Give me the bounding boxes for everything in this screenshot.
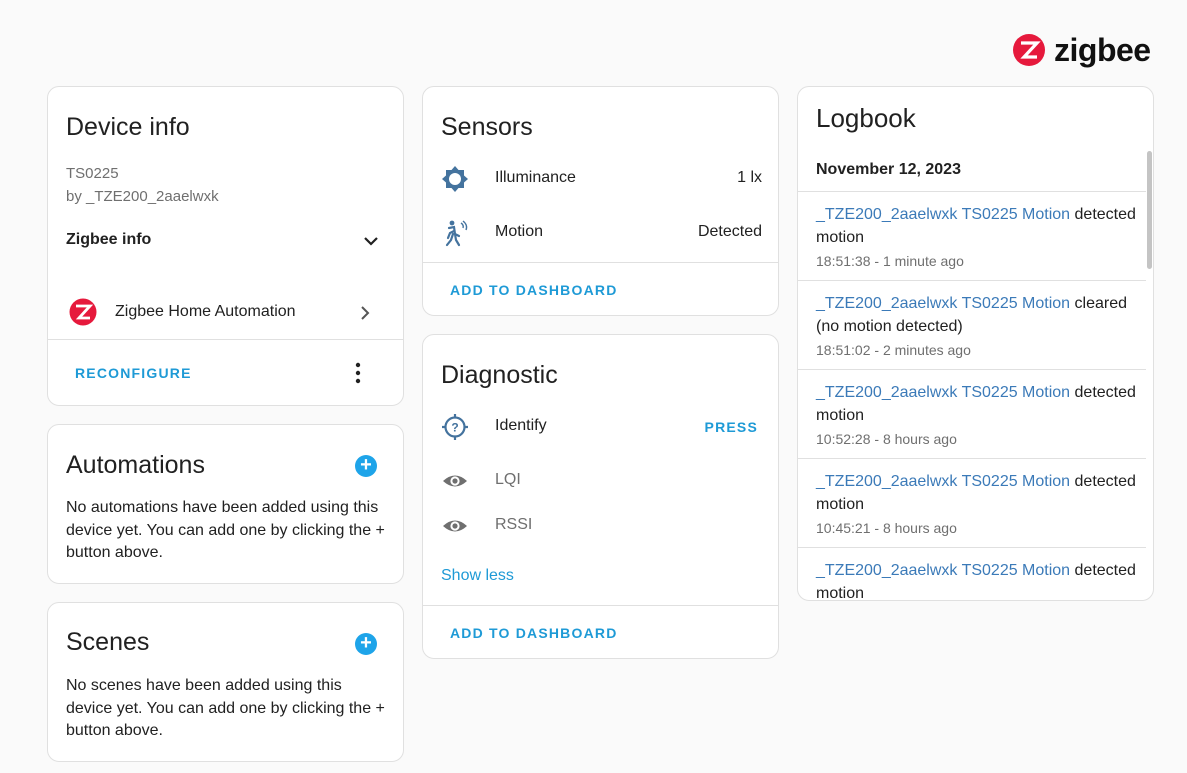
eye-icon — [441, 467, 469, 495]
automations-card: Automations + No automations have been a… — [47, 424, 404, 584]
brightness-icon — [441, 165, 469, 193]
logbook-entry: _TZE200_2aaelwxk TS0225 Motion cleared (… — [798, 280, 1146, 370]
eye-icon — [441, 512, 469, 540]
sensor-name: Motion — [495, 223, 544, 240]
diagnostic-row-lqi[interactable]: LQI — [423, 465, 778, 497]
scenes-empty-text: No scenes have been added using this dev… — [66, 677, 385, 739]
diagnostic-card-divider — [423, 605, 778, 606]
add-to-dashboard-button[interactable]: ADD TO DASHBOARD — [450, 282, 618, 298]
logbook-entity-link[interactable]: _TZE200_2aaelwxk TS0225 Motion — [816, 384, 1070, 401]
integration-label: Zigbee Home Automation — [115, 303, 296, 320]
zigbee-info-expander[interactable]: Zigbee info — [48, 222, 403, 258]
diagnostic-title: Diagnostic — [441, 361, 558, 389]
add-scene-button[interactable]: + — [355, 633, 377, 655]
logbook-entry: _TZE200_2aaelwxk TS0225 Motion detected … — [798, 547, 1146, 599]
reconfigure-button[interactable]: RECONFIGURE — [75, 365, 192, 381]
identify-name: Identify — [495, 417, 547, 434]
more-vert-icon[interactable] — [348, 362, 368, 384]
logbook-entity-link[interactable]: _TZE200_2aaelwxk TS0225 Motion — [816, 473, 1070, 490]
add-automation-button[interactable]: + — [355, 455, 377, 477]
logbook-time: 10:45:21 - 8 hours ago — [816, 520, 957, 536]
logbook-entry: _TZE200_2aaelwxk TS0225 Motion detected … — [798, 458, 1146, 548]
device-manufacturer: by _TZE200_2aaelwxk — [66, 188, 219, 205]
scenes-card: Scenes + No scenes have been added using… — [47, 602, 404, 762]
logbook-card: Logbook November 12, 2023 _TZE200_2aaelw… — [797, 86, 1154, 601]
sensor-value: Detected — [697, 223, 762, 240]
scenes-title: Scenes — [66, 628, 150, 656]
show-less-link[interactable]: Show less — [441, 567, 514, 585]
sensor-name: Illuminance — [495, 169, 576, 186]
identify-icon: ? — [441, 413, 469, 441]
identify-press-button[interactable]: PRESS — [705, 419, 758, 435]
diagnostic-name: LQI — [495, 471, 521, 488]
zigbee-info-label: Zigbee info — [66, 231, 152, 248]
sensors-card: Sensors Illuminance 1 lx Motion Detected… — [422, 86, 779, 316]
diagnostic-card: Diagnostic ? Identify PRESS LQI RSSI Sho… — [422, 334, 779, 659]
logbook-entity-link[interactable]: _TZE200_2aaelwxk TS0225 Motion — [816, 206, 1070, 223]
motion-sensor-icon — [441, 219, 469, 247]
zigbee-integration-icon — [69, 298, 97, 326]
device-info-title: Device info — [66, 113, 190, 141]
logbook-time: 10:52:28 - 8 hours ago — [816, 431, 957, 447]
sensor-row-motion[interactable]: Motion Detected — [423, 215, 778, 251]
diagnostic-name: RSSI — [495, 516, 533, 533]
logbook-entry: _TZE200_2aaelwxk TS0225 Motion detected … — [798, 191, 1146, 281]
sensor-row-illuminance[interactable]: Illuminance 1 lx — [423, 161, 778, 197]
logbook-entity-link[interactable]: _TZE200_2aaelwxk TS0225 Motion — [816, 562, 1070, 579]
device-model: TS0225 — [66, 165, 119, 182]
logbook-time: 18:51:38 - 1 minute ago — [816, 253, 964, 269]
logbook-scrollbar[interactable] — [1147, 151, 1152, 269]
device-card-divider — [48, 339, 403, 340]
chevron-down-icon — [364, 237, 378, 246]
logbook-entry: _TZE200_2aaelwxk TS0225 Motion detected … — [798, 369, 1146, 459]
logbook-title: Logbook — [816, 103, 916, 133]
device-info-card: Device info TS0225 by _TZE200_2aaelwxk Z… — [47, 86, 404, 406]
zigbee-logo-text: zigbee — [1054, 31, 1151, 68]
zigbee-logo-mark — [1013, 34, 1045, 66]
svg-text:?: ? — [451, 421, 458, 435]
logbook-time: 18:51:02 - 2 minutes ago — [816, 342, 971, 358]
integration-row[interactable]: Zigbee Home Automation — [48, 292, 403, 332]
chevron-right-icon — [361, 306, 370, 320]
sensors-title: Sensors — [441, 113, 533, 141]
add-to-dashboard-button[interactable]: ADD TO DASHBOARD — [450, 625, 618, 641]
diagnostic-row-rssi[interactable]: RSSI — [423, 510, 778, 542]
identify-row: ? Identify PRESS — [423, 409, 778, 445]
logbook-date-header: November 12, 2023 — [816, 161, 961, 178]
sensor-value: 1 lx — [737, 169, 762, 186]
automations-title: Automations — [66, 451, 205, 479]
zigbee-logo: zigbee — [1012, 30, 1151, 70]
sensors-card-divider — [423, 262, 778, 263]
logbook-entity-link[interactable]: _TZE200_2aaelwxk TS0225 Motion — [816, 295, 1070, 312]
automations-empty-text: No automations have been added using thi… — [66, 499, 385, 561]
